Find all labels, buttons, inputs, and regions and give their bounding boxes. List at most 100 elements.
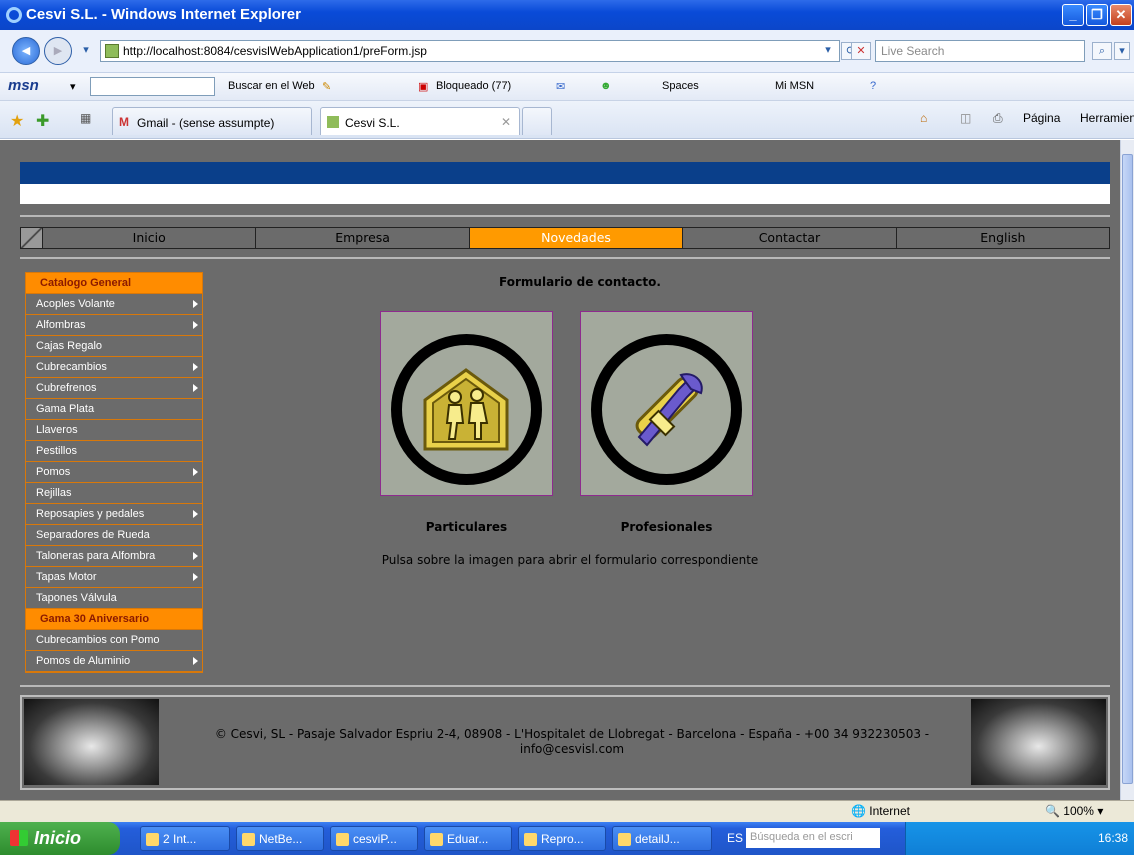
home-icon[interactable]: ⌂	[920, 111, 927, 125]
close-button[interactable]: ✕	[1110, 4, 1132, 26]
my-msn-button[interactable]: Mi MSN	[775, 80, 814, 92]
nav-english[interactable]: English	[897, 228, 1109, 248]
sidebar-item[interactable]: Gama Plata	[26, 399, 202, 420]
taskbar-item-player[interactable]: Repro...	[518, 826, 606, 851]
scrollbar-thumb[interactable]	[1122, 154, 1133, 784]
taskbar-item-detail[interactable]: detailJ...	[612, 826, 712, 851]
close-tab-icon[interactable]: ✕	[501, 115, 511, 129]
start-label: Inicio	[34, 828, 82, 848]
divider	[20, 257, 1110, 259]
folder-icon	[336, 833, 349, 846]
window-titlebar[interactable]: Cesvi S.L. - Windows Internet Explorer _…	[0, 0, 1134, 30]
zoom-level[interactable]: 🔍 100% ▾	[1045, 804, 1103, 818]
sidebar-item-label: Cajas Regalo	[36, 340, 103, 352]
search-icon[interactable]: ⌕	[1092, 42, 1112, 60]
site-header-bar	[20, 162, 1110, 184]
address-text: http://localhost:8084/cesvislWebApplicat…	[123, 44, 427, 58]
favorites-star-icon[interactable]: ★	[10, 111, 24, 131]
spaces-button[interactable]: Spaces	[662, 80, 699, 92]
security-zone: 🌐 Internet	[851, 804, 910, 818]
address-dropdown-icon[interactable]: ▾	[818, 42, 838, 60]
sidebar-item[interactable]: Reposapies y pedales	[26, 504, 202, 525]
nav-novedades[interactable]: Novedades	[469, 228, 684, 248]
msn-dropdown-icon[interactable]: ▾	[70, 80, 76, 93]
search-web-button[interactable]: Buscar en el Web	[228, 80, 315, 92]
submenu-arrow-icon	[193, 552, 198, 560]
print-icon[interactable]: ⎙	[993, 111, 1003, 126]
profesionales-image-button[interactable]	[580, 311, 753, 496]
highlight-icon[interactable]: ✎	[322, 80, 331, 93]
page-menu-button[interactable]: Página	[1023, 111, 1060, 125]
sidebar-item[interactable]: Tapones Válvula	[26, 588, 202, 609]
sidebar-item[interactable]: Cubrecambios	[26, 357, 202, 378]
msn-toolbar: msn ▾ Buscar en el Web ✎ ▣ Bloqueado (77…	[0, 73, 1134, 101]
history-dropdown-icon[interactable]: ▾	[76, 42, 96, 60]
taskbar-item-netbeans[interactable]: NetBe...	[236, 826, 324, 851]
search-options-icon[interactable]: ▾	[1114, 42, 1130, 60]
particulares-image-button[interactable]	[380, 311, 553, 496]
nav-empresa[interactable]: Empresa	[256, 228, 470, 248]
address-input[interactable]: http://localhost:8084/cesvislWebApplicat…	[100, 40, 840, 62]
sidebar-item[interactable]: Pomos de Aluminio	[26, 651, 202, 672]
crashed-car-image-right	[971, 699, 1106, 785]
taskbar-item-word[interactable]: Eduar...	[424, 826, 512, 851]
language-indicator[interactable]: ES	[727, 831, 743, 845]
sidebar-item[interactable]: Tapas Motor	[26, 567, 202, 588]
windows-flag-icon	[10, 830, 28, 846]
tools-menu-button[interactable]: Herramientas	[1080, 111, 1134, 125]
sidebar-item[interactable]: Pestillos	[26, 441, 202, 462]
page-scrollbar[interactable]	[1120, 140, 1134, 800]
feeds-icon[interactable]: ◫	[960, 111, 971, 125]
sidebar-item[interactable]: Cajas Regalo	[26, 336, 202, 357]
window-title: Cesvi S.L. - Windows Internet Explorer	[26, 6, 301, 23]
clock[interactable]: 16:38	[1098, 831, 1128, 845]
tab-cesvi[interactable]: Cesvi S.L. ✕	[320, 107, 520, 135]
maximize-button[interactable]: ❐	[1086, 4, 1108, 26]
taskbar-item-ie[interactable]: 2 Int...	[140, 826, 230, 851]
new-tab-button[interactable]	[522, 107, 552, 135]
live-search-input[interactable]: Live Search	[875, 40, 1085, 62]
sidebar-section-header[interactable]: Catalogo General	[26, 273, 202, 294]
desktop-search-input[interactable]: Búsqueda en el escri	[746, 828, 880, 848]
sidebar-item-label: Pomos de Aluminio	[36, 655, 131, 667]
forward-button[interactable]: ▶	[44, 37, 72, 65]
sidebar-item[interactable]: Llaveros	[26, 420, 202, 441]
add-favorite-icon[interactable]: ✚	[36, 111, 49, 131]
main-nav: Inicio Empresa Novedades Contactar Engli…	[20, 227, 1110, 249]
sidebar-item[interactable]: Cubrecambios con Pomo	[26, 630, 202, 651]
tab-bar: ★ ✚ ▦ M Gmail - (sense assumpte) Cesvi S…	[0, 101, 1134, 139]
desktop-search-placeholder: Búsqueda en el escri	[750, 831, 853, 843]
msn-search-field[interactable]	[90, 77, 215, 96]
sidebar-section-header[interactable]: Gama 30 Aniversario	[26, 609, 202, 630]
tab-gmail[interactable]: M Gmail - (sense assumpte)	[112, 107, 312, 135]
mail-icon[interactable]: ✉	[556, 80, 565, 93]
footer-text: © Cesvi, SL - Pasaje Salvador Espriu 2-4…	[214, 727, 930, 756]
address-toolbar: ◀ ▶ ▾ http://localhost:8084/cesvislWebAp…	[0, 30, 1134, 73]
nav-contactar[interactable]: Contactar	[683, 228, 897, 248]
sidebar-item[interactable]: Alfombras	[26, 315, 202, 336]
sidebar-item-label: Alfombras	[36, 319, 86, 331]
sidebar-item[interactable]: Pomos	[26, 462, 202, 483]
messenger-icon[interactable]: ☻	[600, 80, 612, 92]
taskbar-item-folder[interactable]: cesviP...	[330, 826, 418, 851]
sidebar-item-label: Pestillos	[36, 445, 77, 457]
sidebar-item[interactable]: Acoples Volante	[26, 294, 202, 315]
sidebar-item-label: Taloneras para Alfombra	[36, 550, 156, 562]
stop-icon[interactable]: ✕	[851, 42, 871, 60]
sidebar-item-label: Tapas Motor	[36, 571, 97, 583]
help-icon[interactable]: ?	[870, 80, 876, 92]
quick-tabs-icon[interactable]: ▦	[80, 111, 91, 125]
divider	[20, 215, 1110, 217]
back-button[interactable]: ◀	[12, 37, 40, 65]
start-button[interactable]: Inicio	[0, 822, 120, 855]
sidebar-item[interactable]: Cubrefrenos	[26, 378, 202, 399]
sidebar-item[interactable]: Rejillas	[26, 483, 202, 504]
sidebar-item[interactable]: Taloneras para Alfombra	[26, 546, 202, 567]
catalog-sidebar: Catalogo General Acoples Volante Alfombras…	[25, 272, 203, 673]
minimize-button[interactable]: _	[1062, 4, 1084, 26]
popup-blocked-button[interactable]: Bloqueado (77)	[436, 80, 511, 92]
sidebar-item[interactable]: Separadores de Rueda	[26, 525, 202, 546]
instruction-text: Pulsa sobre la imagen para abrir el form…	[381, 553, 759, 567]
sidebar-item-label: Tapones Válvula	[36, 592, 117, 604]
nav-inicio[interactable]: Inicio	[43, 228, 257, 248]
